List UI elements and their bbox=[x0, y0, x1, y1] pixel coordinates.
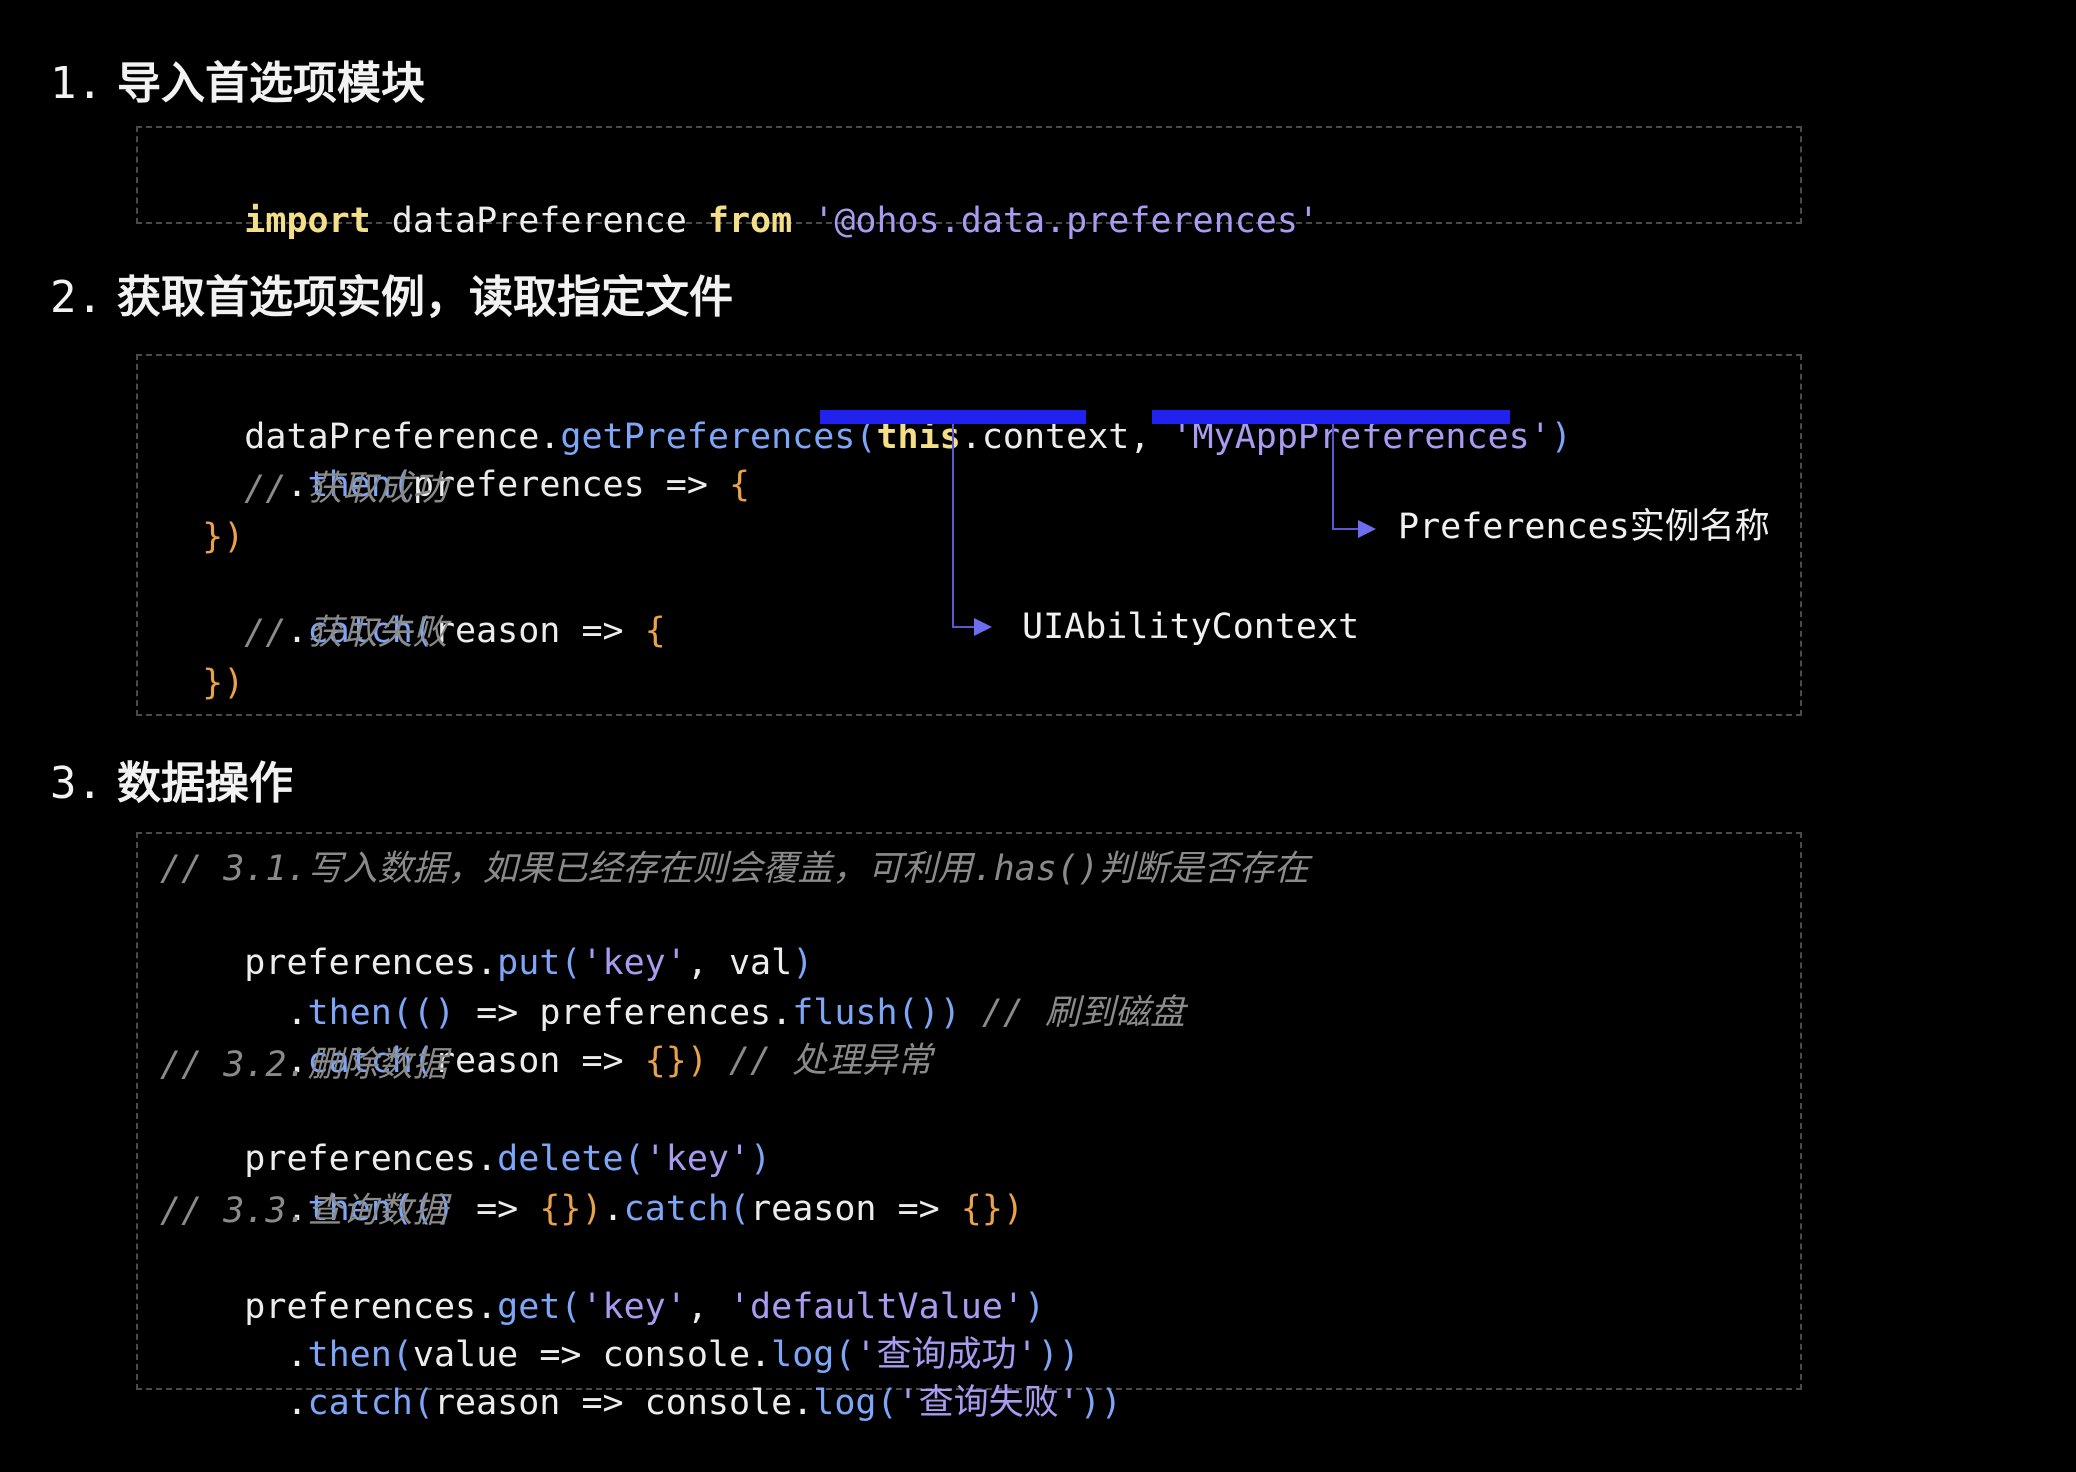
module-path: '@ohos.data.preferences' bbox=[792, 201, 1319, 241]
data-operations-code-block: // 3.1.写入数据，如果已经存在则会覆盖，可利用.has()判断是否存在 p… bbox=[136, 832, 1802, 1423]
code-comment: // 刷到磁盘 bbox=[960, 993, 1186, 1033]
keyword-from: from bbox=[707, 201, 793, 241]
section-number: 3. bbox=[50, 758, 103, 809]
section-title: 数据操作 bbox=[116, 758, 293, 809]
keyword-import: import bbox=[244, 201, 371, 241]
section-title: 导入首选项模块 bbox=[116, 58, 425, 109]
code-token: {}) bbox=[644, 1041, 708, 1081]
code-token: ( bbox=[876, 1383, 898, 1423]
context-connector-line bbox=[952, 626, 976, 628]
context-highlight-bar bbox=[820, 410, 1086, 424]
code-comment: // 获取失败 bbox=[160, 613, 448, 653]
code-line: }) bbox=[160, 663, 245, 703]
code-line: .catch(reason => console.log('查询失败')) bbox=[160, 1334, 1122, 1472]
code-token: reason => console. bbox=[433, 1383, 814, 1423]
code-token: reason => bbox=[433, 1041, 645, 1081]
function-name: catch bbox=[623, 1189, 729, 1229]
module-variable: dataPreference bbox=[370, 201, 708, 241]
code-token: preferences => bbox=[412, 465, 729, 505]
name-highlight-bar bbox=[1152, 410, 1510, 424]
name-annotation: Preferences实例名称 bbox=[1398, 507, 1770, 547]
code-token: reason => bbox=[433, 611, 645, 651]
code-token: {}) bbox=[539, 1189, 603, 1229]
import-code-block: import dataPreference from '@ohos.data.p… bbox=[136, 126, 1802, 241]
code-comment: // 处理异常 bbox=[707, 1041, 933, 1081]
context-annotation: UIAbilityContext bbox=[1022, 607, 1360, 647]
section-1-heading: 1. 导入首选项模块 bbox=[50, 54, 425, 114]
function-name: log bbox=[813, 1383, 877, 1423]
section-2-heading: 2. 获取首选项实例，读取指定文件 bbox=[50, 268, 733, 328]
code-token: . bbox=[244, 1383, 308, 1423]
name-connector-line bbox=[1332, 424, 1334, 530]
code-token: ( bbox=[728, 1189, 751, 1229]
arrow-right-icon bbox=[1358, 520, 1376, 538]
code-line: }) bbox=[160, 517, 245, 557]
code-token: ) bbox=[1550, 417, 1572, 457]
code-token: . bbox=[602, 1189, 624, 1229]
section-title: 获取首选项实例，读取指定文件 bbox=[116, 272, 733, 323]
section-number: 1. bbox=[50, 58, 103, 109]
code-token: ( bbox=[412, 1383, 434, 1423]
code-comment: // 3.1.写入数据，如果已经存在则会覆盖，可利用.has()判断是否存在 bbox=[160, 849, 1309, 889]
section-3-heading: 3. 数据操作 bbox=[50, 754, 293, 814]
arrow-right-icon bbox=[974, 618, 992, 636]
section-number: 2. bbox=[50, 272, 103, 323]
code-comment: // 获取成功 bbox=[160, 469, 448, 509]
context-connector-line bbox=[952, 424, 954, 628]
code-token: reason => bbox=[750, 1189, 961, 1229]
code-token: )) bbox=[1079, 1383, 1122, 1423]
code-token: { bbox=[728, 465, 751, 505]
code-comment: // 3.2.删除数据 bbox=[160, 1045, 448, 1085]
name-connector-line bbox=[1332, 528, 1360, 530]
string-literal: '查询失败' bbox=[897, 1383, 1080, 1423]
code-token: => bbox=[476, 1189, 540, 1229]
code-token: {}) bbox=[960, 1189, 1024, 1229]
code-token: { bbox=[644, 611, 666, 651]
code-comment: // 3.3.查询数据 bbox=[160, 1191, 448, 1231]
function-name: catch bbox=[307, 1383, 413, 1423]
